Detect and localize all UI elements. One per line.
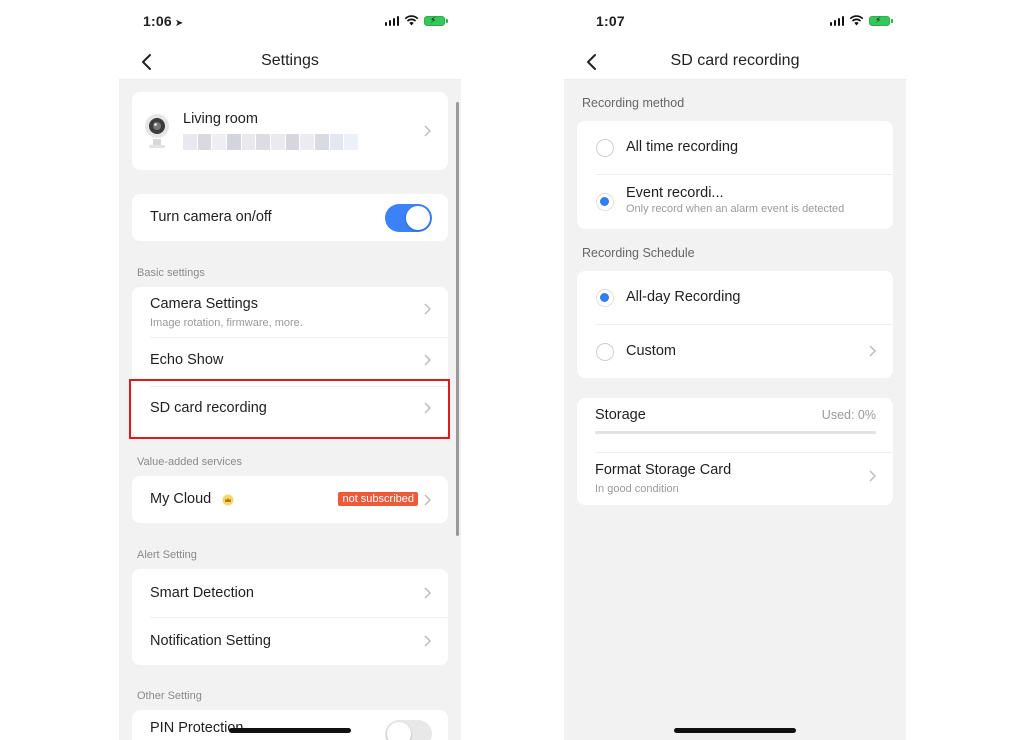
status-time: 1:06 ➤ [143, 13, 184, 29]
status-icons: ⚡ [829, 15, 893, 26]
format-storage-title: Format Storage Card [595, 462, 732, 478]
wifi-icon [849, 15, 864, 26]
subscription-badge: not subscribed [338, 492, 418, 506]
settings-screen: 1:06 ➤ ⚡ Settings Living room Turn camer… [119, 0, 461, 740]
my-cloud-title: My Cloud [150, 491, 212, 507]
sd-card-recording-title: SD card recording [150, 400, 267, 416]
section-recording-method: Recording method [582, 96, 685, 110]
nav-bar: Settings [119, 44, 461, 80]
battery-icon: ⚡ [424, 15, 448, 26]
other-setting-card: PIN Protection [132, 710, 448, 740]
status-bar: 1:06 ➤ ⚡ [119, 0, 461, 44]
toggle-knob [387, 722, 411, 740]
crown-icon [222, 494, 234, 506]
radio-unchecked[interactable] [596, 343, 614, 361]
chevron-right-icon [869, 470, 877, 482]
value-added-card: My Cloud not subscribed [132, 476, 448, 523]
section-alert-setting: Alert Setting [137, 549, 197, 561]
section-other-setting: Other Setting [137, 690, 202, 702]
chevron-right-icon [424, 635, 432, 647]
section-value-added: Value-added services [137, 456, 242, 468]
basic-settings-card: Camera Settings Image rotation, firmware… [132, 287, 448, 437]
custom-schedule-option[interactable]: Custom [577, 325, 893, 378]
chevron-right-icon [424, 587, 432, 599]
custom-schedule-label: Custom [626, 343, 676, 359]
sd-card-content: Recording method All time recording Even… [564, 81, 906, 740]
signal-icon [829, 15, 844, 26]
chevron-right-icon [869, 345, 877, 357]
my-cloud-row[interactable]: My Cloud not subscribed [132, 476, 448, 523]
section-recording-schedule: Recording Schedule [582, 246, 695, 260]
camera-toggle-label: Turn camera on/off [150, 209, 272, 225]
home-indicator [229, 728, 351, 733]
camera-device-icon [145, 114, 169, 148]
wifi-icon [404, 15, 419, 26]
recording-schedule-card: All-day Recording Custom [577, 271, 893, 378]
camera-settings-subtitle: Image rotation, firmware, more. [150, 317, 303, 329]
storage-title: Storage [595, 407, 646, 423]
section-basic-settings: Basic settings [137, 267, 205, 279]
all-time-recording-label: All time recording [626, 139, 739, 155]
camera-settings-title: Camera Settings [150, 296, 258, 312]
storage-card: Storage Used: 0% Format Storage Card In … [577, 398, 893, 505]
location-arrow-icon: ➤ [174, 18, 184, 29]
smart-detection-title: Smart Detection [150, 585, 254, 601]
chevron-right-icon [424, 494, 432, 506]
recording-method-card: All time recording Event recordi... Only… [577, 121, 893, 229]
radio-unchecked[interactable] [596, 139, 614, 157]
radio-checked[interactable] [596, 289, 614, 307]
home-indicator [674, 728, 796, 733]
status-bar: 1:07 ⚡ [564, 0, 906, 44]
status-time: 1:07 [596, 13, 625, 29]
status-icons: ⚡ [384, 15, 448, 26]
smart-detection-row[interactable]: Smart Detection [132, 569, 448, 617]
blurred-device-id [183, 134, 359, 150]
camera-settings-row[interactable]: Camera Settings Image rotation, firmware… [132, 287, 448, 337]
scrollbar[interactable] [456, 102, 459, 536]
all-time-recording-option[interactable]: All time recording [577, 121, 893, 174]
camera-power-toggle[interactable] [385, 204, 432, 232]
storage-progress-bar [595, 431, 876, 434]
chevron-right-icon [424, 303, 432, 315]
device-card[interactable]: Living room [132, 92, 448, 170]
page-title: SD card recording [670, 52, 800, 69]
storage-row: Storage Used: 0% [577, 398, 893, 451]
echo-show-title: Echo Show [150, 352, 224, 368]
chevron-right-icon [424, 125, 432, 137]
notification-setting-row[interactable]: Notification Setting [132, 618, 448, 665]
camera-toggle-card: Turn camera on/off [132, 194, 448, 241]
alert-setting-card: Smart Detection Notification Setting [132, 569, 448, 665]
radio-checked[interactable] [596, 193, 614, 211]
format-storage-card-row[interactable]: Format Storage Card In good condition [577, 453, 893, 505]
pin-protection-toggle[interactable] [385, 720, 432, 740]
signal-icon [384, 15, 399, 26]
all-day-recording-label: All-day Recording [626, 289, 741, 305]
sd-card-recording-screen: 1:07 ⚡ SD card recording Recording metho… [564, 0, 906, 740]
settings-content: Living room Turn camera on/off Basic set… [119, 81, 461, 740]
format-storage-subtitle: In good condition [595, 483, 679, 495]
event-recording-description: Only record when an alarm event is detec… [626, 203, 845, 215]
storage-used-text: Used: 0% [821, 408, 876, 422]
chevron-right-icon [424, 402, 432, 414]
battery-icon: ⚡ [869, 15, 893, 26]
sd-card-recording-row[interactable]: SD card recording [132, 387, 448, 437]
all-day-recording-option[interactable]: All-day Recording [577, 271, 893, 324]
device-name: Living room [183, 111, 258, 127]
event-recording-label: Event recordi... [626, 185, 724, 201]
chevron-right-icon [424, 354, 432, 366]
page-title: Settings [261, 52, 319, 69]
event-recording-option[interactable]: Event recordi... Only record when an ala… [577, 175, 893, 229]
toggle-knob [406, 206, 430, 230]
echo-show-row[interactable]: Echo Show [132, 338, 448, 386]
nav-bar: SD card recording [564, 44, 906, 80]
notification-setting-title: Notification Setting [150, 633, 271, 649]
